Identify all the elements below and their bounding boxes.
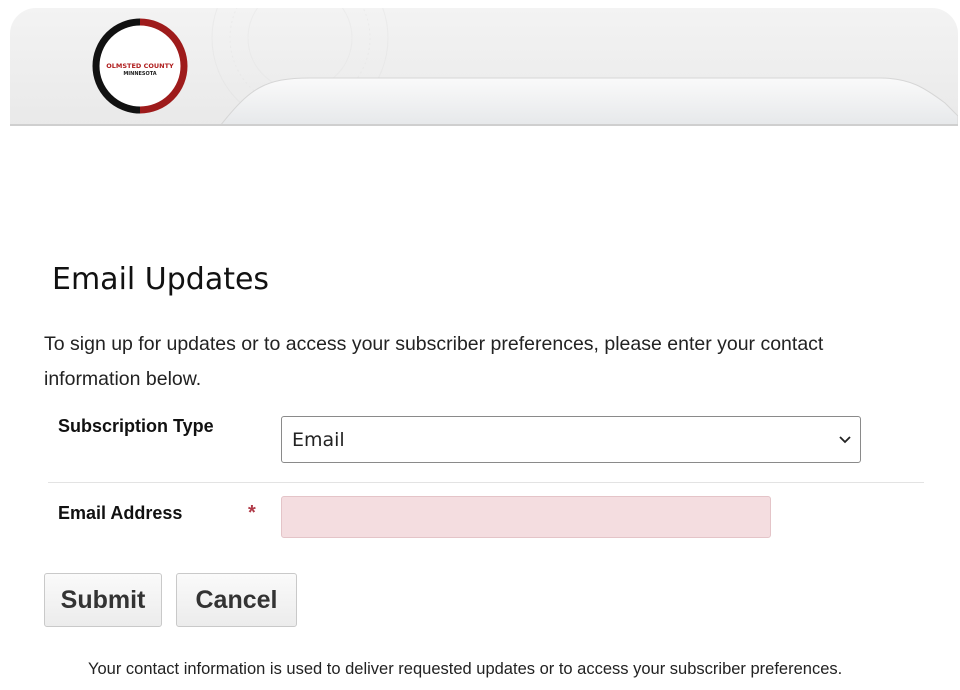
privacy-note: Your contact information is used to deli…: [88, 660, 843, 678]
site-header: OLMSTED COUNTY MINNESOTA: [10, 8, 958, 126]
form-divider: [48, 482, 924, 483]
logo-text-state: MINNESOTA: [123, 71, 157, 77]
required-marker: *: [248, 502, 256, 524]
email-address-label: Email Address: [58, 503, 183, 523]
email-field[interactable]: [281, 496, 771, 538]
page-title: Email Updates: [52, 262, 270, 297]
logo-text-county: OLMSTED COUNTY: [106, 62, 174, 70]
subscription-type-value: Email: [292, 429, 345, 451]
subscription-type-label: Subscription Type: [58, 416, 214, 436]
subscription-type-select[interactable]: Email: [281, 416, 861, 463]
county-logo[interactable]: OLMSTED COUNTY MINNESOTA: [90, 16, 190, 116]
submit-button[interactable]: Submit: [44, 573, 162, 627]
chevron-down-icon: [839, 436, 851, 444]
cancel-button[interactable]: Cancel: [176, 573, 297, 627]
intro-text: To sign up for updates or to access your…: [44, 333, 824, 390]
